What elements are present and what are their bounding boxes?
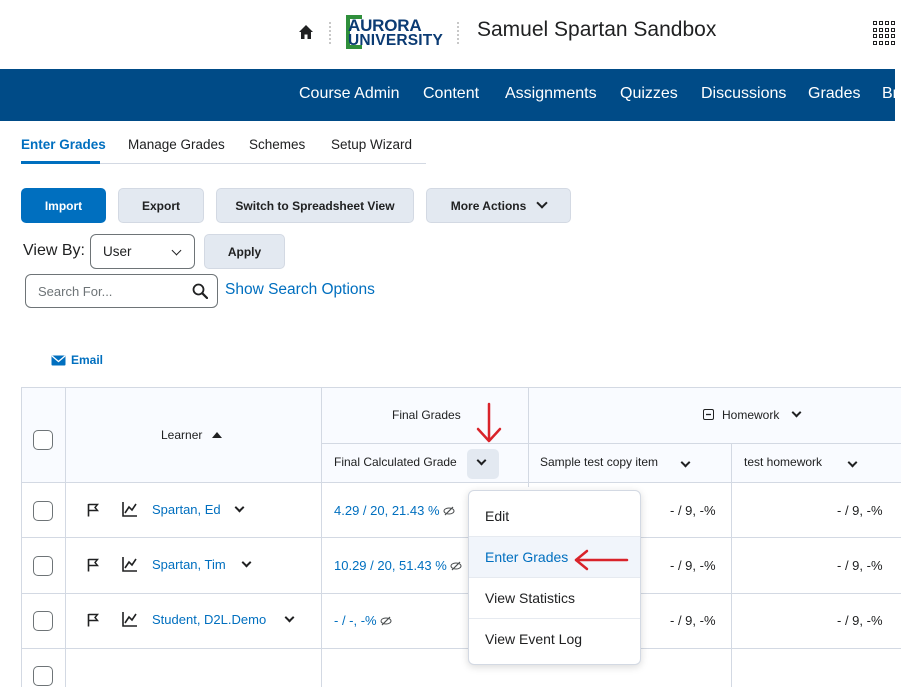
menu-item-edit[interactable]: Edit <box>469 496 640 537</box>
nav-course-admin[interactable]: Course Admin <box>299 85 400 103</box>
final-grade-value[interactable]: 10.29 / 20, 51.43 % <box>334 558 462 573</box>
nav-assignments[interactable]: Assignments <box>505 85 597 103</box>
header-separator <box>329 22 331 44</box>
learner-name-link[interactable]: Spartan, Ed <box>152 502 221 517</box>
hidden-from-users-icon <box>380 616 392 626</box>
tab-schemes[interactable]: Schemes <box>249 137 305 152</box>
row-checkbox[interactable] <box>33 501 53 521</box>
email-label: Email <box>71 353 104 367</box>
progress-chart-icon[interactable] <box>122 556 138 572</box>
homework-category-header[interactable]: Homework <box>703 407 802 422</box>
final-grade-column-menu-button[interactable] <box>467 449 499 479</box>
apply-button[interactable]: Apply <box>204 234 285 269</box>
envelope-icon <box>51 355 66 365</box>
app-launcher-icon[interactable] <box>873 21 897 45</box>
sort-ascending-icon <box>212 432 223 438</box>
final-grade-value[interactable]: 4.29 / 20, 21.43 % <box>334 503 455 518</box>
show-search-options-link[interactable]: Show Search Options <box>225 281 375 299</box>
nav-grades[interactable]: Grades <box>808 85 860 103</box>
final-grade-value[interactable]: - / -, -% <box>334 613 392 628</box>
search-placeholder: Search For... <box>38 284 113 299</box>
learner-name-link[interactable]: Student, D2L.Demo <box>152 612 266 627</box>
select-all-checkbox[interactable] <box>33 430 53 450</box>
chevron-down-icon[interactable] <box>234 502 245 513</box>
homework-grade-value[interactable]: - / 9, -% <box>837 558 883 573</box>
progress-chart-icon[interactable] <box>122 501 138 517</box>
sample-test-copy-header: Sample test copy item <box>540 455 659 469</box>
tab-manage-grades[interactable]: Manage Grades <box>128 137 225 152</box>
search-icon[interactable] <box>192 283 208 299</box>
final-grade-text: 10.29 / 20, 51.43 % <box>334 558 447 573</box>
homework-grade-value[interactable]: - / 9, -% <box>837 613 883 628</box>
row-checkbox[interactable] <box>33 611 53 631</box>
chevron-down-icon <box>171 245 182 256</box>
tab-enter-grades[interactable]: Enter Grades <box>21 137 106 152</box>
menu-item-view-event-log[interactable]: View Event Log <box>469 619 640 660</box>
learner-header-label: Learner <box>161 428 203 442</box>
course-navbar: Course Admin Content Assignments Quizzes… <box>0 69 895 121</box>
header-separator <box>457 22 459 44</box>
search-input[interactable]: Search For... <box>25 274 218 308</box>
grades-tabs: Enter Grades Manage Grades Schemes Setup… <box>21 130 426 164</box>
home-icon[interactable] <box>296 22 316 42</box>
switch-spreadsheet-view-button[interactable]: Switch to Spreadsheet View <box>216 188 414 223</box>
row-checkbox[interactable] <box>33 666 53 686</box>
active-tab-indicator <box>21 161 100 164</box>
flag-icon[interactable] <box>87 613 99 627</box>
chevron-down-icon[interactable] <box>284 612 295 623</box>
sample-grade-value[interactable]: - / 9, -% <box>670 613 716 628</box>
chevron-down-icon <box>476 455 487 466</box>
nav-truncated[interactable]: Br <box>882 85 895 103</box>
more-actions-label: More Actions <box>450 198 527 213</box>
view-by-select[interactable]: User <box>90 234 195 269</box>
hidden-from-users-icon <box>443 506 455 516</box>
nav-discussions[interactable]: Discussions <box>701 85 786 103</box>
chevron-down-icon[interactable] <box>241 557 252 568</box>
site-title[interactable]: Samuel Spartan Sandbox <box>477 18 716 42</box>
nav-quizzes[interactable]: Quizzes <box>620 85 678 103</box>
menu-item-view-statistics[interactable]: View Statistics <box>469 578 640 619</box>
annotation-arrow-left-icon <box>574 549 629 571</box>
chevron-down-icon <box>536 197 548 209</box>
view-by-label: View By: <box>23 242 85 259</box>
column-context-menu: Edit Enter Grades View Statistics View E… <box>468 490 641 665</box>
logo-line2: UNIVERSITY <box>348 32 444 49</box>
view-by-selected: User <box>103 244 132 259</box>
homework-header-label: Homework <box>722 408 780 422</box>
more-actions-button[interactable]: More Actions <box>426 188 571 223</box>
flag-icon[interactable] <box>87 503 99 517</box>
learner-name-link[interactable]: Spartan, Tim <box>152 557 226 572</box>
nav-content[interactable]: Content <box>423 85 479 103</box>
export-button[interactable]: Export <box>118 188 204 223</box>
row-checkbox[interactable] <box>33 556 53 576</box>
final-calculated-grade-header: Final Calculated Grade <box>334 455 457 469</box>
hidden-from-users-icon <box>450 561 462 571</box>
test-homework-header: test homework <box>744 455 823 469</box>
learner-column-header[interactable]: Learner <box>161 428 223 442</box>
sample-grade-value[interactable]: - / 9, -% <box>670 503 716 518</box>
final-grade-text: - / -, -% <box>334 613 377 628</box>
final-grades-header: Final Grades <box>392 408 461 422</box>
sample-grade-value[interactable]: - / 9, -% <box>670 558 716 573</box>
flag-icon[interactable] <box>87 558 99 572</box>
annotation-arrow-down-icon <box>476 402 502 443</box>
grades-grid: Learner Final Grades Final Calculated Gr… <box>21 387 901 687</box>
tab-setup-wizard[interactable]: Setup Wizard <box>331 137 412 152</box>
site-header <box>0 0 923 69</box>
progress-chart-icon[interactable] <box>122 611 138 627</box>
final-grade-text: 4.29 / 20, 21.43 % <box>334 503 440 518</box>
aurora-university-logo[interactable]: AURORA UNIVERSITY <box>346 15 444 51</box>
collapse-icon <box>703 409 714 420</box>
import-button[interactable]: Import <box>21 188 106 223</box>
email-button[interactable]: Email <box>51 353 103 367</box>
homework-grade-value[interactable]: - / 9, -% <box>837 503 883 518</box>
